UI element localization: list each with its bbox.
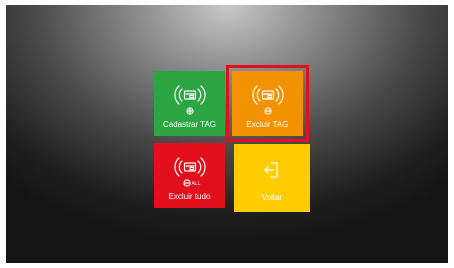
rfid-tag-remove-icon xyxy=(251,85,284,115)
excluir-tudo-button[interactable]: ALL Excluir tudo xyxy=(154,143,225,208)
cadastrar-tag-label: Cadastrar TAG xyxy=(162,120,217,129)
menu-screen: Cadastrar TAG Excluir TAG ALL Excluir tu… xyxy=(6,5,448,263)
rfid-tag-remove-all-icon: ALL xyxy=(173,157,206,187)
excluir-tag-button[interactable]: Excluir TAG xyxy=(232,71,303,136)
all-badge: ALL xyxy=(191,181,200,187)
excluir-tag-label: Excluir TAG xyxy=(246,120,289,129)
voltar-label: Voltar xyxy=(261,193,283,202)
excluir-tudo-label: Excluir tudo xyxy=(168,192,211,201)
rfid-tag-add-icon xyxy=(173,85,206,115)
cadastrar-tag-button[interactable]: Cadastrar TAG xyxy=(154,71,225,136)
voltar-button[interactable]: Voltar xyxy=(234,144,310,212)
exit-icon xyxy=(264,162,278,178)
